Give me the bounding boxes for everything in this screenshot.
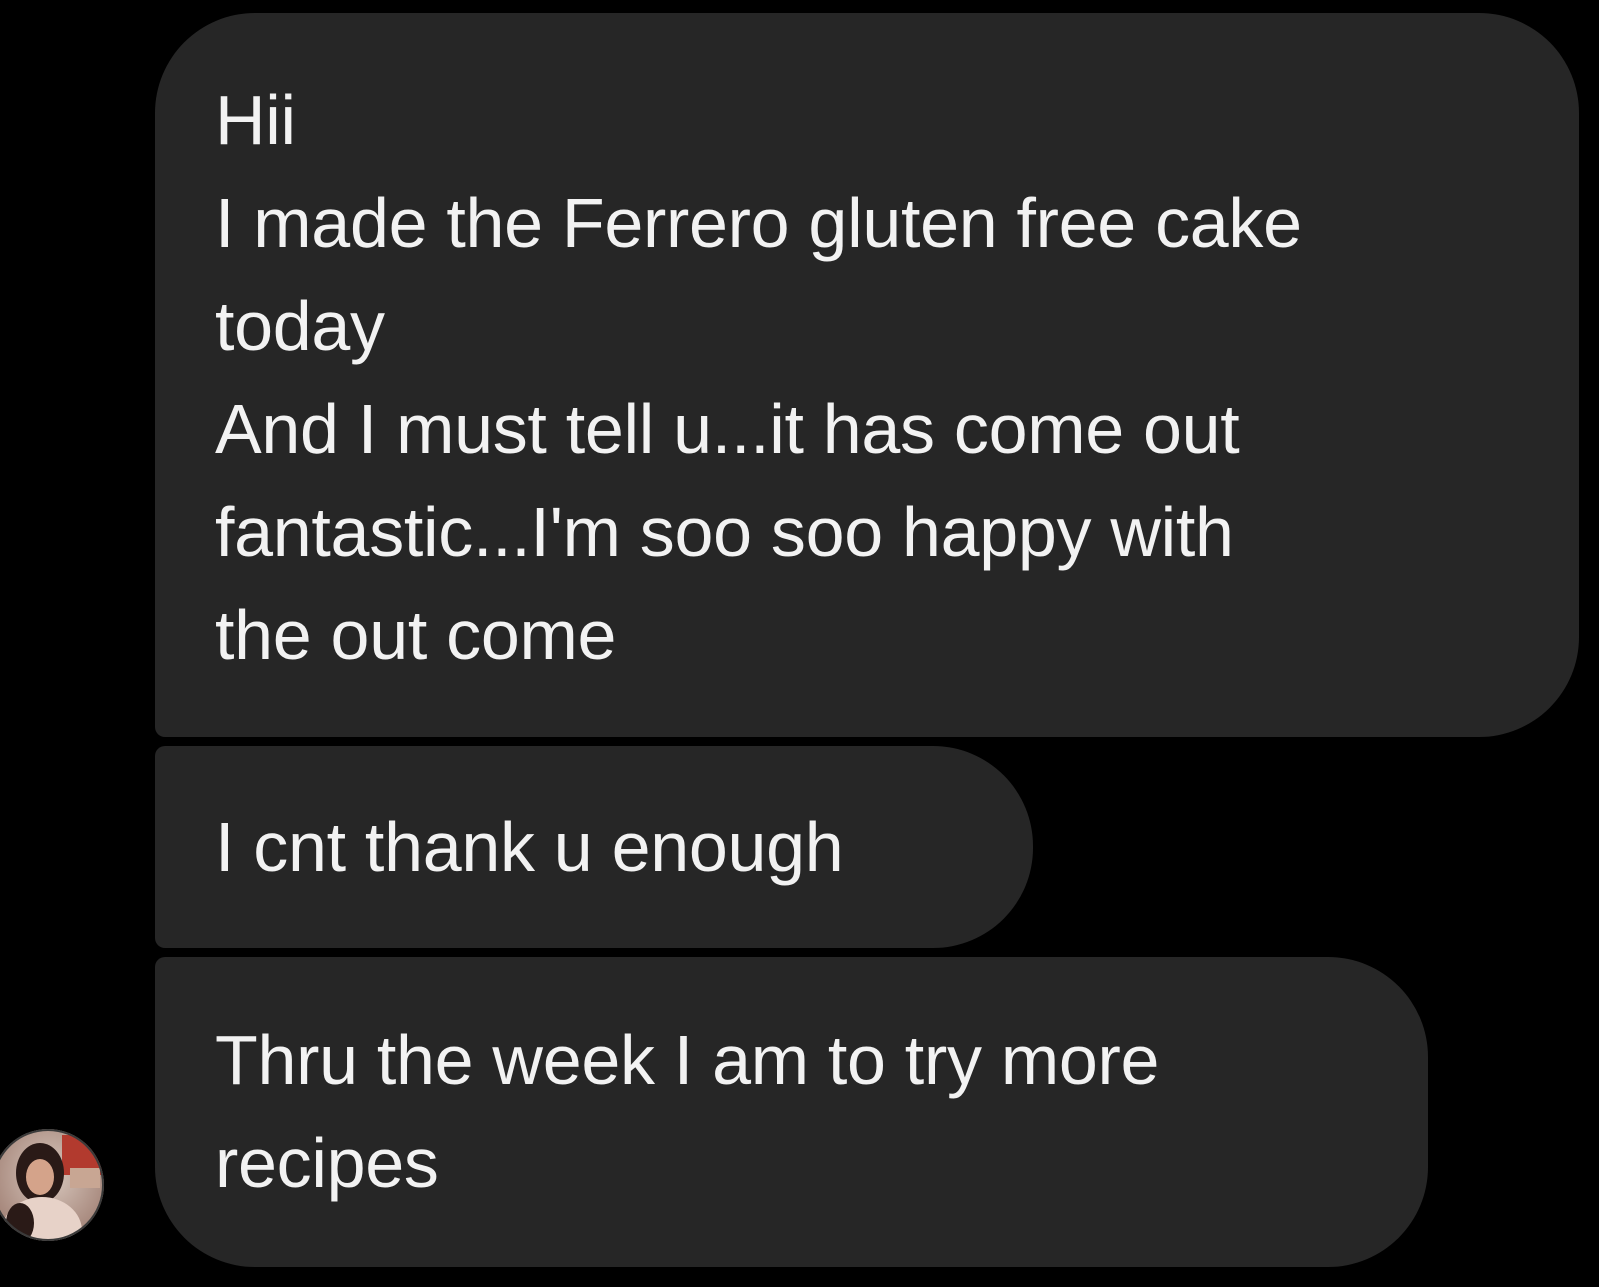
sender-avatar[interactable]: [0, 1113, 104, 1263]
message-bubble-2[interactable]: I cnt thank u enough: [155, 746, 1033, 948]
profile-photo-icon: [0, 1129, 104, 1241]
message-bubble-1[interactable]: Hii I made the Ferrero gluten free cake …: [155, 13, 1579, 737]
message-bubble-3[interactable]: Thru the week I am to try more recipes: [155, 957, 1428, 1267]
